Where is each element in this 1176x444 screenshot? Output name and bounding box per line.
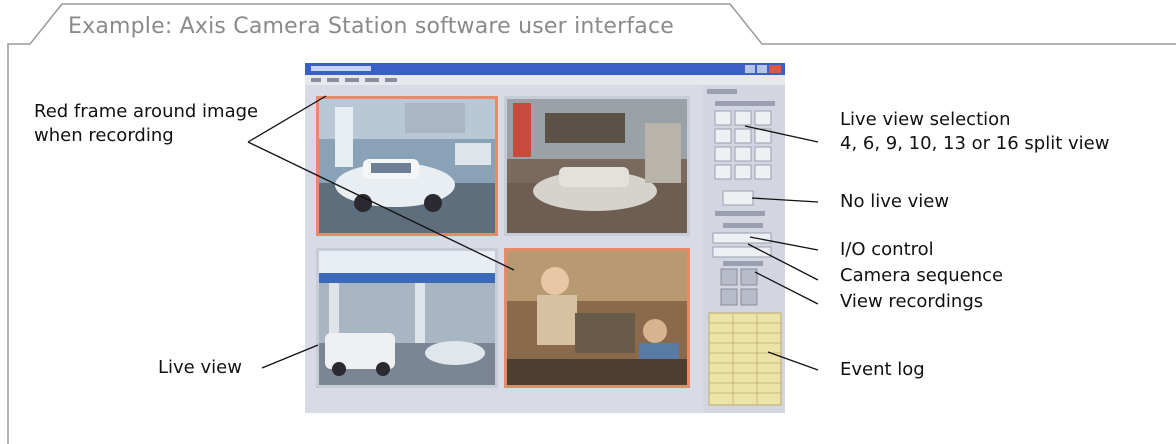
label-live-view-selection-line1: Live view selection [840,109,1011,130]
label-no-live-view: No live view [840,191,950,212]
label-io-control: I/O control [840,239,934,260]
label-red-frame: Red frame around image when recording [34,100,258,148]
label-live-view: Live view [158,357,242,378]
label-event-log: Event log [840,359,925,380]
label-view-recordings: View recordings [840,291,984,312]
label-red-frame-line1: Red frame around image [34,101,259,122]
label-split-options: 4, 6, 9, 10, 13 or 16 split view [840,133,1110,154]
label-red-frame-line2: when recording [34,125,174,146]
label-live-view-selection: Live view selection 4, 6, 9, 10, 13 or 1… [840,108,1109,156]
label-camera-sequence: Camera sequence [840,265,1004,286]
